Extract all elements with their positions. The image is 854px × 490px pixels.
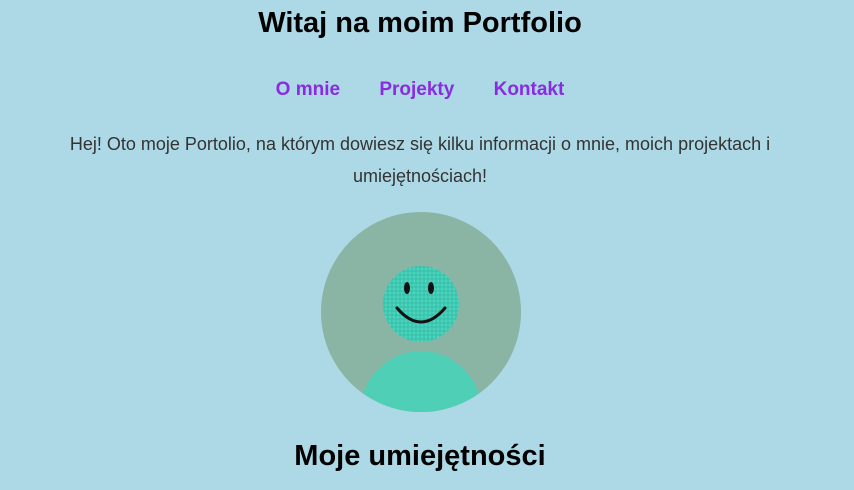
- smiley-avatar-icon: [321, 212, 521, 412]
- skills-heading: Moje umiejętności: [294, 440, 546, 472]
- nav-link-about[interactable]: O mnie: [276, 79, 340, 100]
- nav-link-projects[interactable]: Projekty: [379, 79, 454, 100]
- avatar-eye-left: [404, 282, 410, 294]
- avatar-eye-right: [428, 282, 434, 294]
- intro-text: Hej! Oto moje Portolio, na którym dowies…: [69, 134, 771, 186]
- page: Witaj na moim Portfolio O mnie Projekty …: [0, 0, 854, 490]
- page-title: Witaj na moim Portfolio: [258, 7, 582, 39]
- nav-link-contact[interactable]: Kontakt: [494, 79, 565, 100]
- avatar-head: [383, 266, 459, 342]
- main-nav: O mnie Projekty Kontakt: [0, 77, 840, 103]
